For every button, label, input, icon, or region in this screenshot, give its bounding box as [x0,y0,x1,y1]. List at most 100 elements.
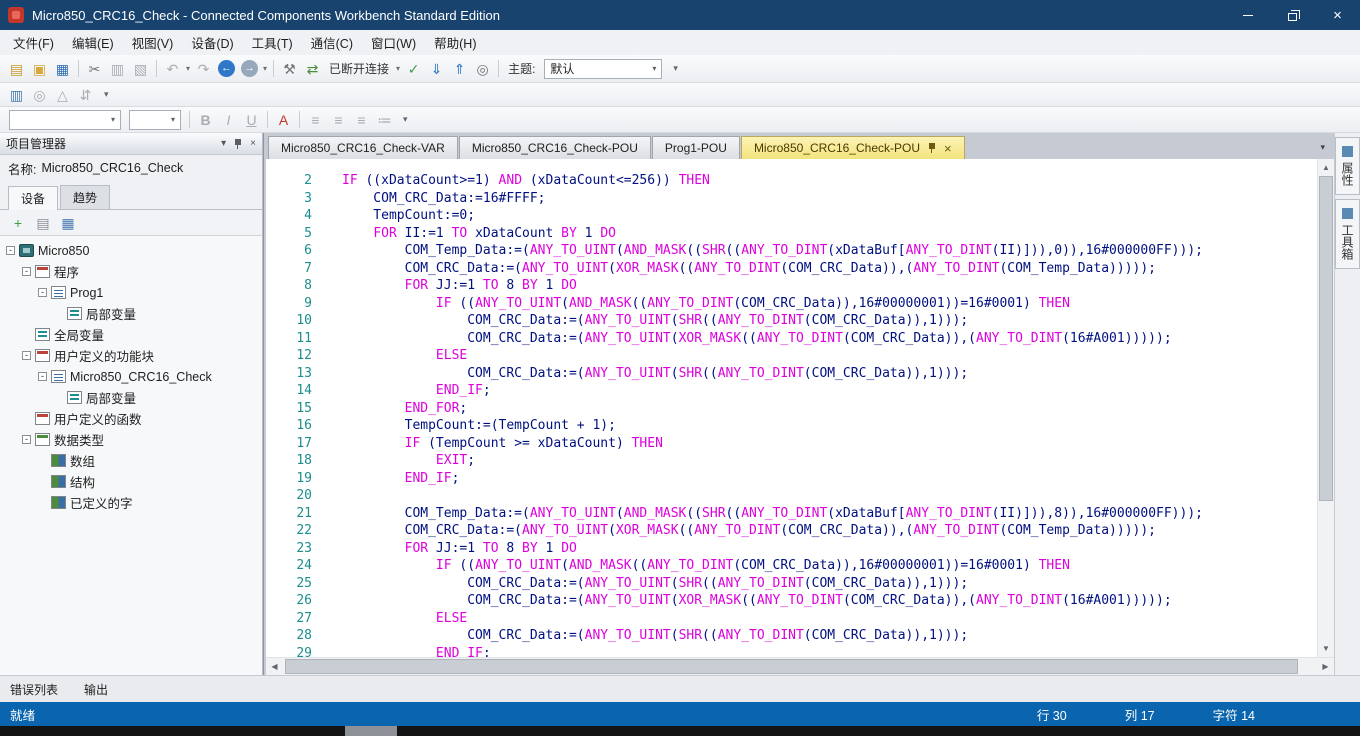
code-line[interactable]: 22 COM_CRC_Data:=(ANY_TO_UINT(XOR_MASK((… [266,522,1317,540]
code-line[interactable]: 14 END_IF; [266,382,1317,400]
code-line[interactable]: 27 ELSE [266,610,1317,628]
code-line[interactable]: 12 ELSE [266,347,1317,365]
code-line[interactable]: 24 IF ((ANY_TO_UINT(AND_MASK((ANY_TO_DIN… [266,557,1317,575]
output-tab[interactable]: 输出 [84,681,108,698]
tree-item[interactable]: -Prog1 [0,282,262,303]
organize-icon[interactable]: ▦ [58,213,78,232]
align-center-icon[interactable]: ≡ [327,109,350,130]
code-line[interactable]: 4 TempCount:=0; [266,207,1317,225]
bold-icon[interactable]: B [194,109,217,130]
menu-item[interactable]: 工具(T) [243,30,302,55]
code-line[interactable]: 23 FOR JJ:=1 TO 8 BY 1 DO [266,540,1317,558]
underline-icon[interactable]: U [240,109,263,130]
menu-item[interactable]: 帮助(H) [425,30,485,55]
menu-item[interactable]: 编辑(E) [63,30,123,55]
tree-item[interactable]: -程序 [0,261,262,282]
verify-icon[interactable]: ✓ [402,58,425,79]
code-line[interactable]: 6 COM_Temp_Data:=(ANY_TO_UINT(AND_MASK((… [266,242,1317,260]
tree-item[interactable]: 用户定义的函数 [0,408,262,429]
tree-item[interactable]: -用户定义的功能块 [0,345,262,366]
power-icon[interactable]: ◎ [28,84,51,105]
font-size-select[interactable]: ▾ [129,110,181,130]
build-icon[interactable]: ⚒ [278,58,301,79]
code-line[interactable]: 28 COM_CRC_Data:=(ANY_TO_UINT(SHR((ANY_T… [266,627,1317,645]
code-line[interactable]: 7 COM_CRC_Data:=(ANY_TO_UINT(XOR_MASK((A… [266,260,1317,278]
format-toolbar-overflow-icon[interactable]: ▾ [403,114,408,125]
tree-item[interactable]: 局部变量 [0,303,262,324]
undo-icon[interactable]: ↶ [161,58,184,79]
align-right-icon[interactable]: ≡ [350,109,373,130]
code-line[interactable]: 15 END_FOR; [266,400,1317,418]
font-color-icon[interactable]: A [272,109,295,130]
save-icon[interactable]: ▦ [51,58,74,79]
italic-icon[interactable]: I [217,109,240,130]
tree-item[interactable]: -Micro850_CRC16_Check [0,366,262,387]
menu-item[interactable]: 视图(V) [123,30,183,55]
code-line[interactable]: 16 TempCount:=(TempCount + 1); [266,417,1317,435]
code-line[interactable]: 17 IF (TempCount >= xDataCount) THEN [266,435,1317,453]
scroll-left-icon[interactable]: ◀ [266,658,283,675]
list-icon[interactable]: ≔ [373,109,396,130]
scroll-up-icon[interactable]: ▲ [1318,159,1334,176]
navigate-dropdown-icon[interactable]: ▾ [263,64,267,73]
close-tab-icon[interactable]: × [944,142,952,155]
code-line[interactable]: 10 COM_CRC_Data:=(ANY_TO_UINT(SHR((ANY_T… [266,312,1317,330]
scroll-down-icon[interactable]: ▼ [1318,640,1334,657]
tree-expander[interactable]: - [22,267,31,276]
code-line[interactable]: 26 COM_CRC_Data:=(ANY_TO_UINT(XOR_MASK((… [266,592,1317,610]
tree-item[interactable]: -数据类型 [0,429,262,450]
tree-item[interactable]: 全局变量 [0,324,262,345]
navigate-forward-icon[interactable]: → [241,60,258,77]
code-line[interactable]: 5 FOR II:=1 TO xDataCount BY 1 DO [266,225,1317,243]
tree-expander[interactable]: - [6,246,15,255]
tab-list-dropdown-icon[interactable]: ▾ [1320,142,1325,153]
code-line[interactable]: 20 [266,487,1317,505]
editor-horizontal-scrollbar[interactable]: ◀ ▶ [266,657,1334,675]
copy-item-icon[interactable]: ▤ [33,213,53,232]
project-explorer-header[interactable]: 项目管理器 ▾ × [0,133,262,155]
close-button[interactable]: × [1315,0,1360,30]
align-left-icon[interactable]: ≡ [304,109,327,130]
menu-item[interactable]: 设备(D) [182,30,242,55]
code-line[interactable]: 8 FOR JJ:=1 TO 8 BY 1 DO [266,277,1317,295]
panel-tab[interactable]: 趋势 [60,185,110,209]
tree-expander[interactable]: - [22,351,31,360]
tree-expander[interactable]: - [38,288,47,297]
theme-select[interactable]: 默认▾ [544,59,662,79]
undo-dropdown-icon[interactable]: ▾ [186,64,190,73]
download-icon[interactable]: ⇓ [425,58,448,79]
editor-vertical-scrollbar[interactable]: ▲ ▼ [1317,159,1334,657]
code-line[interactable]: 3 COM_CRC_Data:=16#FFFF; [266,190,1317,208]
panel-tab[interactable]: 设备 [8,186,58,210]
tree-expander[interactable]: - [38,372,47,381]
menu-item[interactable]: 通信(C) [302,30,362,55]
tree-item[interactable]: 结构 [0,471,262,492]
alerts-icon[interactable]: △ [51,84,74,105]
tree-expander[interactable]: - [22,435,31,444]
code-line[interactable]: 21 COM_Temp_Data:=(ANY_TO_UINT(AND_MASK(… [266,505,1317,523]
code-editor[interactable]: 2IF ((xDataCount>=1) AND (xDataCount<=25… [266,159,1317,657]
diagnostics-icon[interactable]: ◎ [471,58,494,79]
pin-icon[interactable] [928,142,936,154]
code-line[interactable]: 11 COM_CRC_Data:=(ANY_TO_UINT(XOR_MASK((… [266,330,1317,348]
panel-close-icon[interactable]: × [250,138,256,149]
toolbar-overflow-icon[interactable]: ▾ [673,63,678,74]
tree-item[interactable]: 已定义的字 [0,492,262,513]
code-line[interactable]: 29 END_IF; [266,645,1317,658]
redo-icon[interactable]: ↷ [192,58,215,79]
document-tab[interactable]: Micro850_CRC16_Check-POU× [741,136,965,159]
horizontal-scroll-track[interactable] [283,658,1317,675]
navigate-back-icon[interactable]: ← [218,60,235,77]
upload-icon[interactable]: ⇑ [448,58,471,79]
error-list-tab[interactable]: 错误列表 [10,681,58,698]
toolbox-tab[interactable]: 工具箱 [1335,199,1360,269]
document-tab[interactable]: Micro850_CRC16_Check-POU [459,136,651,159]
code-line[interactable]: 19 END_IF; [266,470,1317,488]
document-tab[interactable]: Prog1-POU [652,136,740,159]
minimize-button[interactable] [1225,0,1270,30]
properties-tab[interactable]: 属性 [1335,137,1360,195]
device-toolbar-overflow-icon[interactable]: ▾ [104,89,109,100]
connection-dropdown-icon[interactable]: ▾ [396,64,400,73]
scroll-right-icon[interactable]: ▶ [1317,658,1334,675]
code-line[interactable]: 2IF ((xDataCount>=1) AND (xDataCount<=25… [266,172,1317,190]
